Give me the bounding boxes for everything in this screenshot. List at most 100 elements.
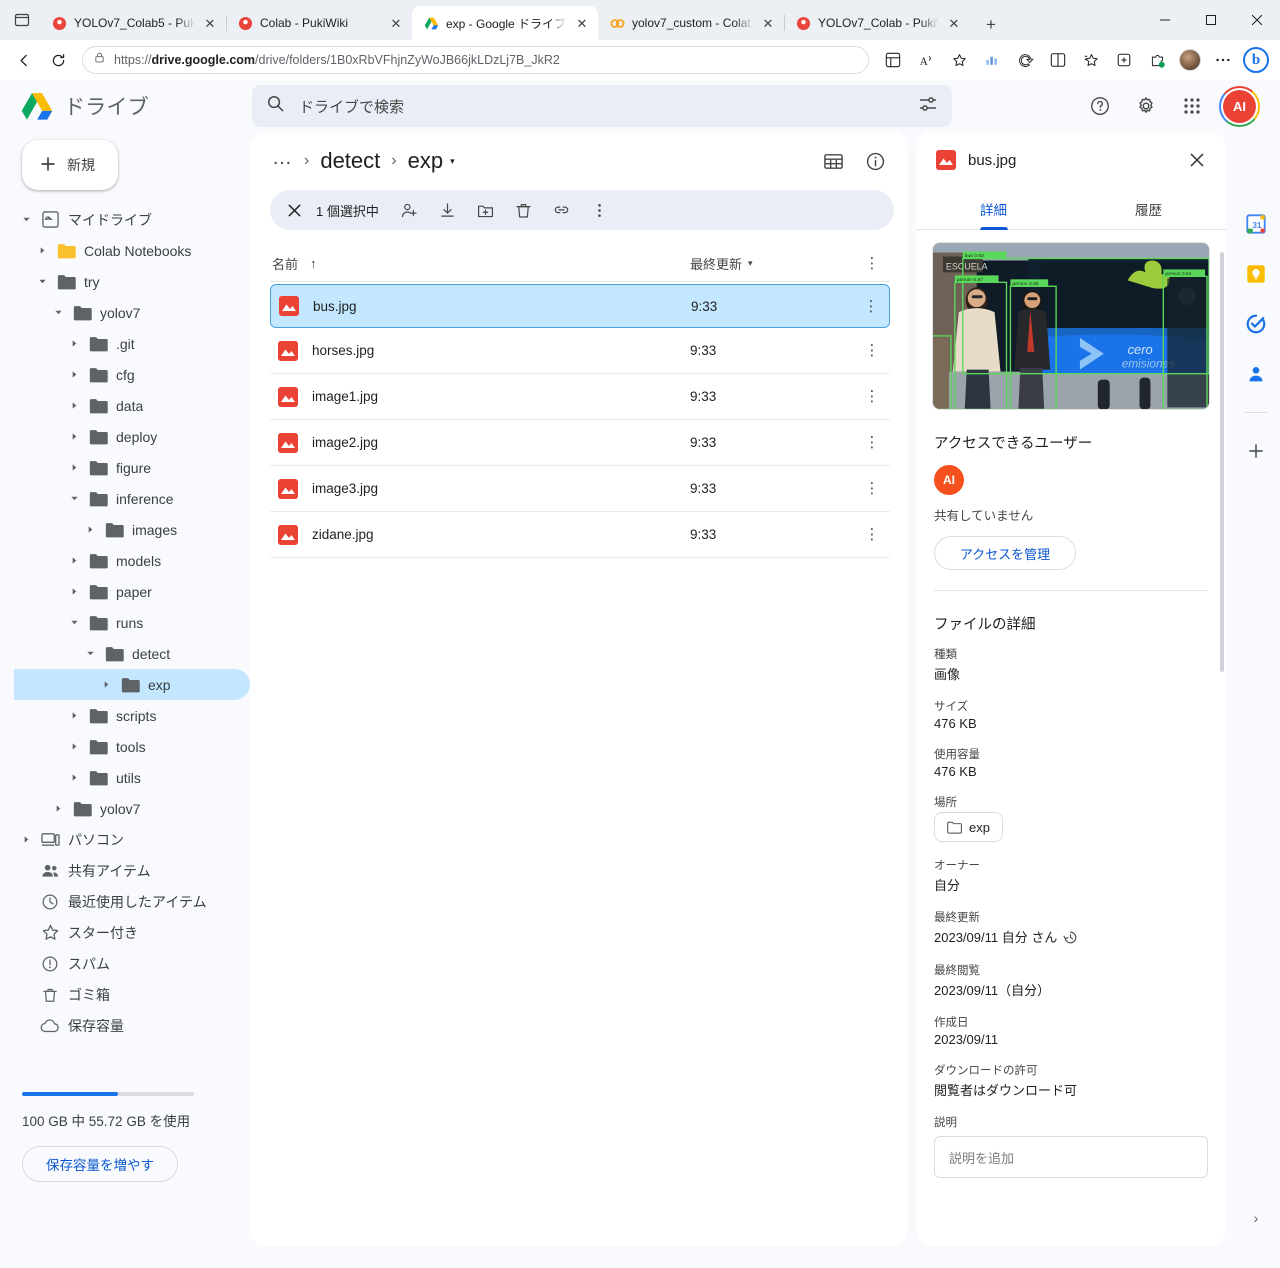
chevron-down-icon[interactable] xyxy=(20,214,32,226)
column-header-options[interactable]: ⋮ xyxy=(854,256,890,271)
keep-icon[interactable] xyxy=(1244,262,1268,286)
chevron-right-icon[interactable] xyxy=(84,524,96,536)
move-to-folder-icon[interactable] xyxy=(469,193,503,227)
contacts-icon[interactable] xyxy=(1244,362,1268,386)
split-view-icon[interactable] xyxy=(1042,44,1074,76)
add-icon[interactable] xyxy=(1244,439,1268,463)
table-row[interactable]: horses.jpg9:33⋮ xyxy=(270,328,890,374)
share-icon[interactable] xyxy=(393,193,427,227)
browser-tab-4[interactable]: yolov7_custom - Colaborat ✕ xyxy=(598,6,784,40)
sidebar-item-images[interactable]: images xyxy=(14,514,250,545)
chevron-right-icon[interactable] xyxy=(68,338,80,350)
close-icon[interactable]: ✕ xyxy=(574,15,590,31)
row-more-options-button[interactable]: ⋮ xyxy=(854,435,890,450)
chevron-right-icon[interactable] xyxy=(68,400,80,412)
sidebar-item-[interactable]: 最近使用したアイテム xyxy=(14,886,250,917)
sidebar-item-data[interactable]: data xyxy=(14,390,250,421)
sidebar-item-paper[interactable]: paper xyxy=(14,576,250,607)
chevron-right-icon[interactable] xyxy=(68,710,80,722)
new-tab-button[interactable]: + xyxy=(976,10,1006,40)
close-details-icon[interactable] xyxy=(1182,145,1212,175)
extensions-icon[interactable] xyxy=(1141,44,1173,76)
tab-history[interactable]: 履歴 xyxy=(1071,188,1226,229)
breadcrumb-item-detect[interactable]: detect xyxy=(320,148,380,174)
sidebar-item-colabnotebooks[interactable]: Colab Notebooks xyxy=(14,235,250,266)
sidebar-item-[interactable]: ゴミ箱 xyxy=(14,979,250,1010)
sidebar-item-utils[interactable]: utils xyxy=(14,762,250,793)
sidebar-item-yolov7[interactable]: yolov7 xyxy=(14,793,250,824)
sidebar-item-figure[interactable]: figure xyxy=(14,452,250,483)
search-input[interactable]: ドライブで検索 xyxy=(252,85,952,127)
table-row[interactable]: image1.jpg9:33⋮ xyxy=(270,374,890,420)
close-icon[interactable]: ✕ xyxy=(202,15,218,31)
close-icon[interactable]: ✕ xyxy=(760,15,776,31)
sidebar-item-[interactable]: 保存容量 xyxy=(14,1010,250,1041)
expand-rail-icon[interactable]: › xyxy=(1254,1210,1259,1226)
account-avatar[interactable]: AI xyxy=(1219,86,1260,127)
calendar-icon[interactable]: 31 xyxy=(1244,212,1268,236)
close-icon[interactable]: ✕ xyxy=(946,15,962,31)
chart-extension-icon[interactable] xyxy=(976,44,1008,76)
info-icon[interactable] xyxy=(856,142,894,180)
chevron-right-icon[interactable] xyxy=(68,462,80,474)
clear-selection-icon[interactable] xyxy=(280,196,308,224)
description-input[interactable]: 説明を追加 xyxy=(934,1136,1208,1178)
details-scrollbar[interactable] xyxy=(1220,252,1224,672)
browser-tab-5[interactable]: YOLOv7_Colab - PukiWiki ✕ xyxy=(784,6,970,40)
table-row[interactable]: image3.jpg9:33⋮ xyxy=(270,466,890,512)
reload-icon[interactable] xyxy=(42,44,74,76)
address-bar[interactable]: https://drive.google.com/drive/folders/1… xyxy=(82,46,869,74)
chevron-right-icon[interactable] xyxy=(20,834,32,846)
sidebar-item-detect[interactable]: detect xyxy=(14,638,250,669)
row-more-options-button[interactable]: ⋮ xyxy=(854,527,890,542)
sidebar-item-yolov7[interactable]: yolov7 xyxy=(14,297,250,328)
read-aloud-icon[interactable]: A xyxy=(910,44,942,76)
drive-brand[interactable]: ドライブ xyxy=(20,91,232,121)
sidebar-item-exp[interactable]: exp xyxy=(14,669,250,700)
tab-search-button[interactable] xyxy=(4,0,40,40)
sidebar-item-[interactable]: スパム xyxy=(14,948,250,979)
manage-access-button[interactable]: アクセスを管理 xyxy=(934,536,1076,570)
trash-icon[interactable] xyxy=(507,193,541,227)
row-more-options-button[interactable]: ⋮ xyxy=(854,481,890,496)
link-icon[interactable] xyxy=(545,193,579,227)
favorite-star-icon[interactable] xyxy=(943,44,975,76)
help-icon[interactable] xyxy=(1081,87,1119,125)
upgrade-storage-button[interactable]: 保存容量を増やす xyxy=(22,1146,178,1182)
chevron-right-icon[interactable] xyxy=(36,245,48,257)
chevron-right-icon[interactable] xyxy=(68,369,80,381)
chevron-down-icon[interactable] xyxy=(84,648,96,660)
add-collection-icon[interactable] xyxy=(1108,44,1140,76)
sidebar-item-try[interactable]: try xyxy=(14,266,250,297)
access-avatar[interactable]: AI xyxy=(934,465,964,495)
sidebar-item-inference[interactable]: inference xyxy=(14,483,250,514)
location-chip[interactable]: exp xyxy=(934,812,1003,842)
chevron-down-icon[interactable] xyxy=(68,617,80,629)
close-window-icon[interactable] xyxy=(1234,2,1280,38)
sidebar-item-[interactable]: スター付き xyxy=(14,917,250,948)
file-thumbnail[interactable]: cero emisiones ESCUELA xyxy=(932,242,1210,410)
sidebar-item-models[interactable]: models xyxy=(14,545,250,576)
close-icon[interactable]: ✕ xyxy=(388,15,404,31)
chevron-down-icon[interactable] xyxy=(36,276,48,288)
settings-more-icon[interactable] xyxy=(1207,44,1239,76)
chevron-right-icon[interactable] xyxy=(68,555,80,567)
table-row[interactable]: zidane.jpg9:33⋮ xyxy=(270,512,890,558)
minimize-icon[interactable] xyxy=(1142,2,1188,38)
split-screen-icon[interactable] xyxy=(877,44,909,76)
browser-essentials-icon[interactable] xyxy=(1009,44,1041,76)
row-more-options-button[interactable]: ⋮ xyxy=(853,299,889,314)
grid-view-icon[interactable] xyxy=(814,142,852,180)
sidebar-item-git[interactable]: .git xyxy=(14,328,250,359)
bing-copilot-icon[interactable]: b xyxy=(1240,44,1272,76)
sidebar-item-scripts[interactable]: scripts xyxy=(14,700,250,731)
sidebar-item-cfg[interactable]: cfg xyxy=(14,359,250,390)
maximize-icon[interactable] xyxy=(1188,2,1234,38)
more-options-icon[interactable] xyxy=(583,193,617,227)
new-button[interactable]: 新規 xyxy=(22,140,118,190)
apps-grid-icon[interactable] xyxy=(1173,87,1211,125)
download-icon[interactable] xyxy=(431,193,465,227)
sidebar-item-[interactable]: 共有アイテム xyxy=(14,855,250,886)
sidebar-item-[interactable]: マイドライブ xyxy=(14,204,250,235)
chevron-right-icon[interactable] xyxy=(68,741,80,753)
